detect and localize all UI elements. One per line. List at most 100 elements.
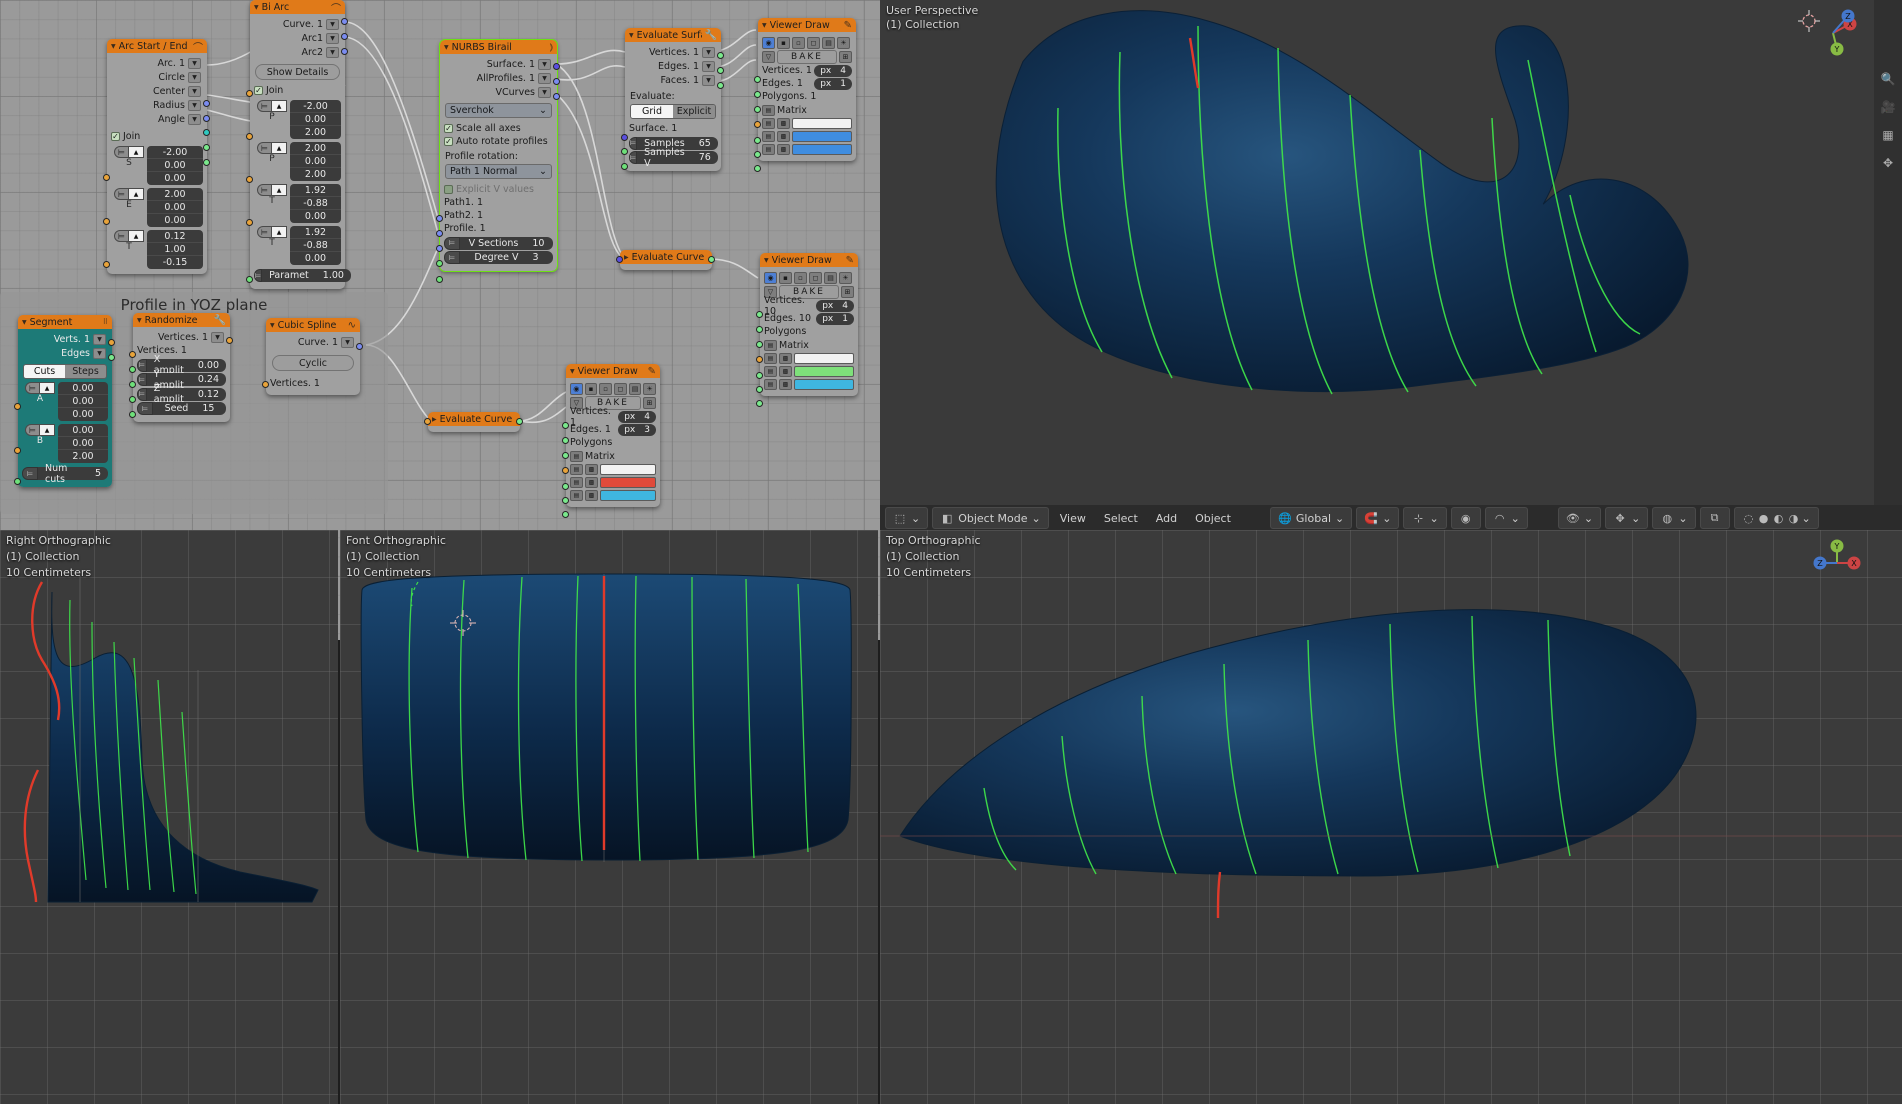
output-socket-arc[interactable] bbox=[203, 100, 210, 107]
options-icon[interactable]: ⊞ bbox=[841, 285, 854, 298]
chevron-down-icon[interactable]: ▼ bbox=[702, 60, 715, 72]
collapse-triangle-icon[interactable]: ▼ bbox=[137, 317, 142, 324]
socket-toggle-icon[interactable]: ⊨ bbox=[114, 146, 129, 158]
px-value[interactable]: 4 bbox=[644, 411, 650, 423]
param-value[interactable]: 1.00 bbox=[323, 270, 344, 281]
input-row[interactable]: Path2. 1 bbox=[444, 209, 553, 222]
vector-z[interactable]: 2.00 bbox=[58, 450, 108, 463]
output-socket-angle[interactable] bbox=[203, 159, 210, 166]
output-socket-faces[interactable] bbox=[717, 82, 724, 89]
v-sections-field[interactable]: ⊨ V Sections 10 bbox=[444, 236, 553, 250]
camera-icon[interactable]: 🎥 bbox=[1879, 98, 1897, 116]
node-evaluate-curve-mid[interactable]: ▶ Evaluate Curve bbox=[424, 412, 523, 432]
vector-x[interactable]: 1.92 bbox=[290, 184, 341, 197]
input-socket-t2[interactable] bbox=[246, 219, 253, 226]
output-row[interactable]: Arc1 ▼ bbox=[254, 31, 341, 45]
output-socket-arc2[interactable] bbox=[341, 48, 348, 55]
socket-toggle-icon[interactable]: ⊨ bbox=[137, 373, 147, 386]
field-value[interactable]: 0.12 bbox=[198, 389, 219, 400]
vector-z[interactable]: 0.00 bbox=[147, 172, 203, 185]
collapse-triangle-icon[interactable]: ▼ bbox=[444, 44, 449, 51]
vector-y[interactable]: 0.00 bbox=[290, 113, 341, 126]
edges-icon[interactable]: ▫ bbox=[792, 36, 805, 49]
input-socket-e[interactable] bbox=[103, 218, 110, 225]
vector-z[interactable]: 0.00 bbox=[147, 214, 203, 227]
texture-icon[interactable]: ▩ bbox=[779, 378, 792, 390]
collapse-triangle-icon[interactable]: ▼ bbox=[254, 4, 259, 11]
vector-y[interactable]: 0.00 bbox=[147, 159, 203, 172]
color-row-3[interactable]: ▤ ▩ bbox=[764, 378, 854, 390]
color-swatch[interactable] bbox=[794, 352, 854, 364]
output-row[interactable]: Radius ▼ bbox=[111, 98, 203, 112]
overlays-button[interactable]: ◍ ⌄ bbox=[1652, 507, 1696, 529]
input-socket-matrix[interactable] bbox=[562, 467, 569, 474]
node-header[interactable]: ▼ Bi Arc ⌒ bbox=[250, 0, 345, 15]
vector-z[interactable]: 2.00 bbox=[290, 168, 341, 181]
mode-grid-button[interactable]: Grid bbox=[631, 105, 673, 118]
output-socket-circle[interactable] bbox=[203, 115, 210, 122]
samples-v-field[interactable]: ⊨ Samples V 76 bbox=[629, 147, 718, 169]
shading-material-icon[interactable]: ◐ bbox=[1772, 511, 1786, 525]
input-socket-samples-v[interactable] bbox=[621, 163, 628, 170]
output-socket-surface[interactable] bbox=[553, 63, 560, 70]
texture-icon[interactable]: ▩ bbox=[777, 130, 790, 142]
shading-wireframe-icon[interactable]: ◌ bbox=[1742, 511, 1756, 525]
vector-z[interactable]: 2.00 bbox=[290, 126, 341, 139]
output-socket-edges[interactable] bbox=[108, 354, 115, 361]
socket-toggle-icon[interactable]: ⊨ bbox=[22, 467, 38, 480]
vector-field-p2[interactable]: ⊨ ▲ P 2.00 0.00 2.00 bbox=[254, 142, 341, 181]
node-header[interactable]: ▶ Evaluate Curve bbox=[428, 412, 520, 426]
collapse-triangle-icon[interactable]: ▼ bbox=[570, 368, 575, 375]
input-socket-color3[interactable] bbox=[754, 165, 761, 172]
collapse-triangle-icon[interactable]: ▼ bbox=[111, 43, 116, 50]
input-socket-y-amplit[interactable] bbox=[129, 381, 136, 388]
chevron-down-icon[interactable]: ▼ bbox=[326, 46, 339, 58]
viewer-toolbar[interactable]: ◉ ▪ ▫ ◻ ▤ ☀ bbox=[764, 271, 854, 284]
node-arc-start-end-tan[interactable]: ▼ Arc Start / End / Tan. ⌒ Arc. 1 ▼ Circ… bbox=[103, 39, 210, 274]
input-socket-color3[interactable] bbox=[562, 511, 569, 518]
socket-toggle-icon[interactable]: ⊨ bbox=[137, 387, 147, 401]
vector-x[interactable]: 0.00 bbox=[58, 424, 108, 437]
input-socket-p2[interactable] bbox=[246, 133, 253, 140]
edges-row[interactable]: Edges. 10 px 1 bbox=[764, 312, 854, 325]
output-row[interactable]: Circle ▼ bbox=[111, 70, 203, 84]
input-socket-vertices[interactable] bbox=[562, 422, 569, 429]
socket-toggle-icon[interactable]: ⊨ bbox=[629, 136, 638, 150]
polygons-row[interactable]: Polygons. 1 bbox=[762, 90, 852, 103]
texture-icon[interactable]: ▩ bbox=[777, 117, 790, 129]
profile-rotation-dropdown[interactable]: Path 1 Normal ⌄ bbox=[445, 164, 552, 179]
vector-x[interactable]: -2.00 bbox=[290, 100, 341, 113]
vector-y[interactable]: 0.00 bbox=[58, 395, 108, 408]
input-row[interactable]: Surface. 1 bbox=[629, 122, 717, 135]
input-socket-vertices[interactable] bbox=[756, 311, 763, 318]
input-socket-edges[interactable] bbox=[562, 437, 569, 444]
px-box[interactable]: px 1 bbox=[816, 312, 854, 325]
output-socket[interactable] bbox=[516, 418, 523, 425]
menu-select[interactable]: Select bbox=[1097, 509, 1145, 528]
light-icon[interactable]: ☀ bbox=[643, 382, 657, 395]
matrix-row[interactable]: ▤ Matrix bbox=[570, 450, 656, 462]
checkbox-icon[interactable]: ✓ bbox=[254, 86, 263, 95]
chevron-down-icon[interactable]: ▼ bbox=[188, 57, 201, 69]
auto-rotate-profiles-checkbox[interactable]: ✓ Auto rotate profiles bbox=[444, 135, 553, 148]
options-icon[interactable]: ⊞ bbox=[643, 396, 656, 409]
chevron-down-icon[interactable]: ▼ bbox=[326, 32, 339, 44]
px-value[interactable]: 1 bbox=[840, 78, 846, 90]
input-socket-degree-v[interactable] bbox=[436, 276, 443, 283]
px-value[interactable]: 4 bbox=[842, 300, 848, 312]
join-checkbox[interactable]: ✓ Join bbox=[111, 130, 203, 143]
input-socket-vertices[interactable] bbox=[754, 76, 761, 83]
output-row[interactable]: Faces. 1 ▼ bbox=[629, 73, 717, 87]
socket-toggle-icon[interactable]: ⊨ bbox=[444, 251, 460, 264]
output-row[interactable]: AllProfiles. 1 ▼ bbox=[444, 71, 553, 85]
viewport-right-orthographic[interactable]: Right Orthographic (1) Collection 10 Cen… bbox=[0, 530, 338, 1104]
output-row[interactable]: Arc. 1 ▼ bbox=[111, 56, 203, 70]
mode-explicit-button[interactable]: Explicit bbox=[673, 105, 715, 118]
light-icon[interactable]: ☀ bbox=[837, 36, 850, 49]
move-icon[interactable]: ✥ bbox=[1879, 154, 1897, 172]
input-socket-edges[interactable] bbox=[756, 326, 763, 333]
chevron-down-icon[interactable]: ▼ bbox=[326, 18, 339, 30]
output-socket[interactable] bbox=[708, 256, 715, 263]
px-value[interactable]: 3 bbox=[644, 424, 650, 436]
output-socket-edges[interactable] bbox=[717, 67, 724, 74]
